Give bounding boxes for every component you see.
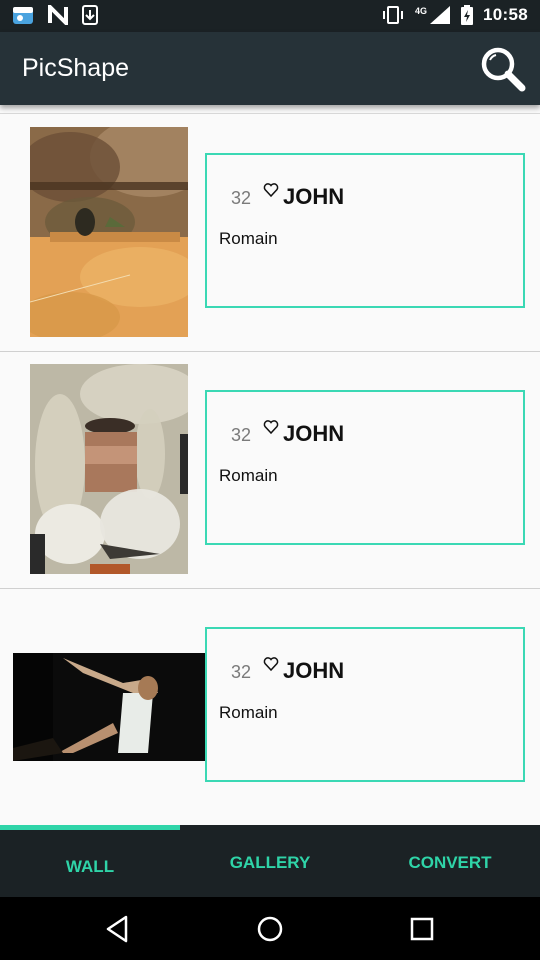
battery-icon [461, 5, 474, 25]
feed-item[interactable]: 32 JOHN Romain [0, 352, 540, 589]
app-title: PicShape [22, 54, 130, 82]
divider [0, 113, 540, 114]
signal-icon [430, 6, 451, 24]
search-icon [481, 47, 526, 92]
tab-wall[interactable]: WALL [0, 825, 180, 897]
back-icon[interactable] [100, 911, 136, 947]
network-type-label: 4G [415, 6, 428, 16]
like-count: 32 [231, 662, 252, 682]
wall-feed[interactable]: 32 JOHN Romain 32 JOHN Romain 32 JOHN Ro… [0, 105, 540, 825]
like-count: 32 [231, 425, 252, 445]
tab-gallery[interactable]: GALLERY [180, 825, 360, 897]
home-icon[interactable] [252, 911, 288, 947]
picture-title: Romain [219, 229, 278, 248]
like-count: 32 [231, 188, 252, 208]
tab-label: GALLERY [229, 853, 311, 872]
feed-item-card[interactable]: 32 JOHN Romain [205, 627, 525, 782]
heart-outline-icon[interactable] [263, 182, 279, 198]
bottom-tab-bar: WALL GALLERY CONVERT [0, 825, 540, 897]
vibrate-icon [383, 6, 403, 24]
feed-item-card[interactable]: 32 JOHN Romain [205, 390, 525, 545]
search-button[interactable] [478, 44, 528, 94]
recents-icon[interactable] [404, 911, 440, 947]
feed-item-card[interactable]: 32 JOHN Romain [205, 153, 525, 308]
feed-item[interactable]: 32 JOHN Romain [0, 589, 540, 826]
status-bar: 4G 10:58 [0, 0, 540, 32]
feed-item-thumbnail[interactable] [30, 364, 188, 574]
author-name: JOHN [283, 184, 345, 209]
author-name: JOHN [283, 421, 345, 446]
status-time: 10:58 [483, 5, 528, 24]
weather-icon [13, 7, 33, 24]
tab-convert[interactable]: CONVERT [360, 825, 540, 897]
picture-title: Romain [219, 703, 278, 722]
heart-outline-icon[interactable] [263, 419, 279, 435]
heart-outline-icon[interactable] [263, 656, 279, 672]
n-icon [48, 5, 68, 25]
system-nav-bar [0, 897, 540, 960]
feed-item-thumbnail[interactable] [30, 127, 188, 337]
feed-item-thumbnail[interactable] [13, 653, 205, 761]
author-name: JOHN [283, 658, 345, 683]
download-icon [82, 5, 98, 25]
app-bar: PicShape [0, 32, 540, 105]
feed-item[interactable]: 32 JOHN Romain [0, 115, 540, 352]
tab-label: WALL [65, 857, 115, 876]
tab-label: CONVERT [408, 853, 492, 872]
picture-title: Romain [219, 466, 278, 485]
